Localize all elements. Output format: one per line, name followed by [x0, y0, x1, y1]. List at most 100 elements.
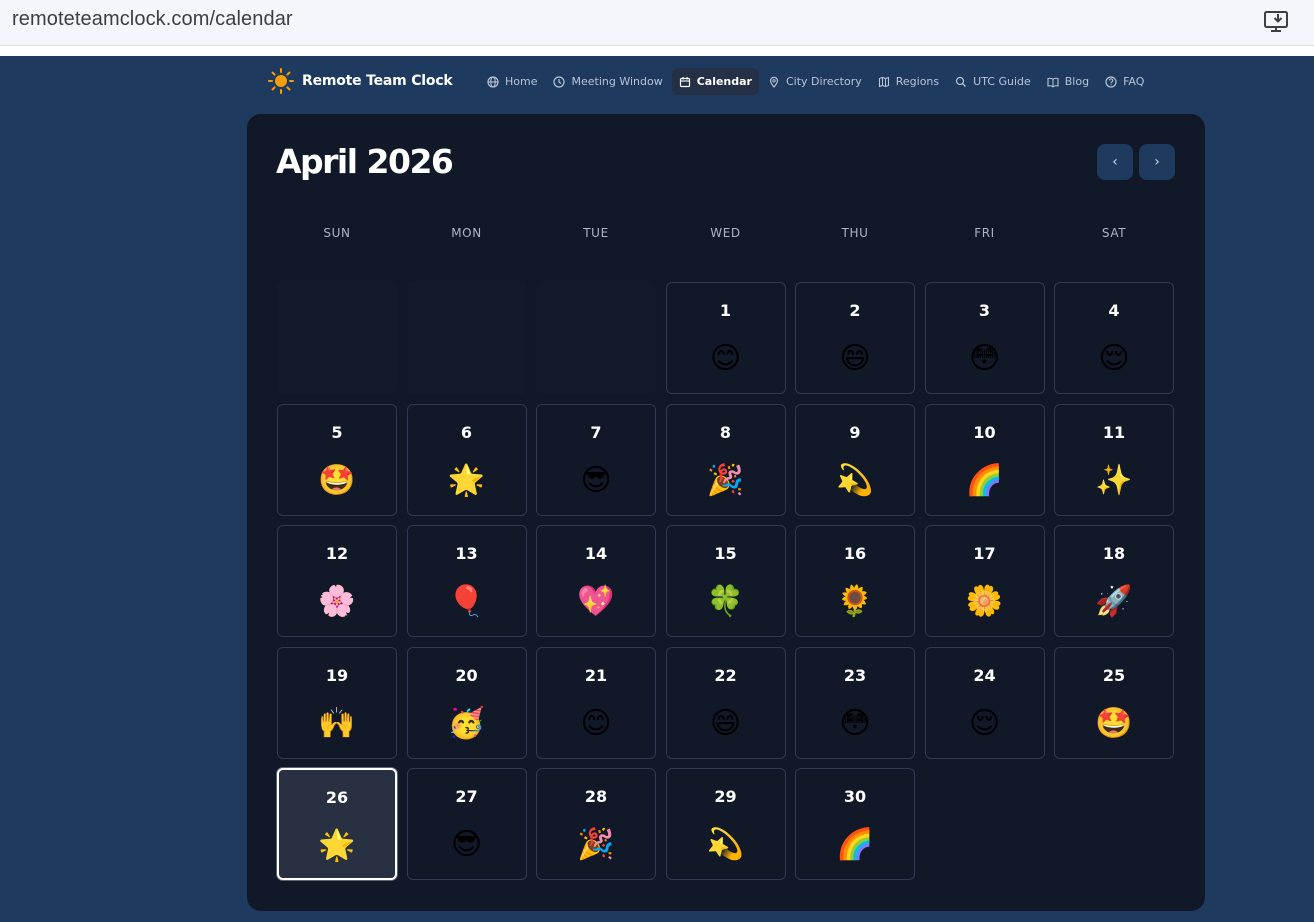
- day-cell[interactable]: 7 😎: [536, 403, 656, 516]
- help-circle-icon: [1105, 75, 1117, 88]
- day-emoji: 🌻: [836, 584, 874, 619]
- weekday-sat: SAT: [1101, 226, 1127, 240]
- day-emoji: 😌: [1098, 341, 1130, 376]
- nav-link-faq[interactable]: FAQ: [1098, 68, 1151, 95]
- prev-month-button[interactable]: ‹: [1097, 144, 1133, 180]
- day-number: 2: [849, 301, 861, 320]
- url-text[interactable]: remoteteamclock.com/calendar: [12, 8, 293, 31]
- empty-day-cell: [536, 282, 656, 394]
- day-cell[interactable]: 23 😳: [795, 646, 915, 759]
- nav-link-label: UTC Guide: [973, 75, 1031, 88]
- day-emoji: ✨: [1095, 462, 1133, 498]
- clock-icon: [553, 75, 566, 88]
- search-icon: [956, 76, 967, 87]
- site-nav: Remote Team Clock Home Meeting Window Ca…: [0, 56, 1314, 106]
- nav-link-city-directory[interactable]: City Directory: [761, 68, 869, 95]
- calendar-card: April 2026 ‹ › SUN MON TUE WED THU FRI S…: [247, 114, 1205, 911]
- day-cell[interactable]: 5 🤩: [277, 403, 397, 516]
- day-cell[interactable]: 3 😳: [924, 282, 1045, 394]
- calendar-icon: [679, 76, 690, 87]
- day-grid: 1 😊 2 😄 3 😳 4 😌 5 🤩 6 🌟 7 😎 8 🎉 9 💫 10 🌈 11 ✨ 12 🌸 13 🎈 14 💖 15 🍀 16 🌻 1…: [277, 282, 1174, 882]
- weekday-fri: FRI: [974, 226, 995, 240]
- chevron-right-icon: ›: [1154, 154, 1160, 170]
- day-emoji: 🍀: [706, 584, 745, 619]
- brand-name: Remote Team Clock: [302, 73, 453, 89]
- day-number: 8: [719, 422, 732, 442]
- nav-link-label: Home: [505, 75, 538, 88]
- nav-links: Home Meeting Window Calendar City Direct…: [480, 68, 1153, 95]
- globe-icon: [487, 75, 499, 88]
- day-number: 5: [331, 422, 343, 442]
- nav-link-calendar[interactable]: Calendar: [671, 68, 759, 95]
- day-cell[interactable]: 27 😎: [406, 768, 527, 880]
- day-cell[interactable]: 8 🎉: [665, 403, 786, 516]
- nav-link-label: FAQ: [1123, 75, 1145, 88]
- day-cell[interactable]: 6 🌟: [406, 403, 527, 516]
- day-number: 19: [325, 665, 349, 685]
- day-emoji: 😄: [839, 341, 871, 376]
- day-number: 11: [1102, 422, 1126, 442]
- day-emoji: 🥳: [447, 705, 486, 741]
- day-number: 26: [325, 788, 349, 807]
- day-cell[interactable]: 19 🙌: [277, 646, 397, 759]
- nav-link-blog[interactable]: Blog: [1040, 68, 1096, 95]
- day-emoji: 💫: [836, 462, 874, 498]
- nav-link-utc-guide[interactable]: UTC Guide: [948, 68, 1038, 95]
- day-cell[interactable]: 30 🌈: [795, 768, 915, 880]
- day-cell[interactable]: 9 💫: [795, 403, 915, 516]
- day-emoji: 😳: [968, 341, 1001, 376]
- day-emoji: 🌈: [836, 827, 874, 862]
- day-cell[interactable]: 4 😌: [1054, 282, 1174, 394]
- day-cell-today[interactable]: 26 🌟: [277, 768, 397, 880]
- install-app-icon[interactable]: [1263, 9, 1291, 35]
- day-cell[interactable]: 25 🤩: [1054, 646, 1174, 759]
- day-emoji: 😌: [968, 705, 1001, 741]
- day-number: 23: [843, 665, 867, 685]
- day-cell[interactable]: 12 🌸: [277, 525, 397, 637]
- day-emoji: 🎉: [577, 827, 615, 862]
- day-emoji: 💫: [706, 827, 745, 862]
- day-emoji: 🌼: [965, 584, 1004, 619]
- day-cell[interactable]: 1 😊: [665, 282, 786, 394]
- day-number: 13: [455, 544, 478, 563]
- day-number: 24: [973, 665, 996, 685]
- day-emoji: 🚀: [1095, 584, 1133, 619]
- day-number: 7: [590, 422, 602, 442]
- day-cell[interactable]: 14 💖: [536, 525, 656, 637]
- map-icon: [878, 76, 889, 87]
- day-emoji: 🤩: [1095, 705, 1133, 741]
- next-month-button[interactable]: ›: [1139, 144, 1175, 180]
- day-cell[interactable]: 29 💫: [665, 768, 786, 880]
- nav-link-label: Blog: [1064, 75, 1090, 88]
- day-cell[interactable]: 22 😄: [665, 646, 786, 759]
- nav-link-home[interactable]: Home: [480, 68, 544, 95]
- day-cell[interactable]: 2 😄: [795, 282, 915, 394]
- day-cell[interactable]: 17 🌼: [924, 525, 1045, 637]
- map-pin-icon: [769, 76, 779, 88]
- day-number: 9: [849, 422, 861, 442]
- day-number: 10: [973, 422, 996, 442]
- day-cell[interactable]: 18 🚀: [1054, 525, 1174, 637]
- day-cell[interactable]: 24 😌: [924, 646, 1045, 759]
- day-cell[interactable]: 28 🎉: [536, 768, 656, 880]
- day-cell[interactable]: 10 🌈: [924, 403, 1045, 516]
- day-cell[interactable]: 16 🌻: [795, 525, 915, 637]
- day-emoji: 😎: [580, 462, 612, 498]
- browser-address-bar[interactable]: remoteteamclock.com/calendar: [0, 0, 1314, 46]
- day-number: 30: [843, 787, 867, 806]
- day-emoji: 😊: [709, 341, 742, 376]
- day-cell[interactable]: 11 ✨: [1054, 403, 1174, 516]
- nav-link-label: Regions: [895, 75, 940, 88]
- day-cell[interactable]: 20 🥳: [406, 646, 527, 759]
- brand-logo[interactable]: Remote Team Clock: [268, 68, 453, 94]
- day-cell[interactable]: 21 😊: [536, 646, 656, 759]
- day-number: 27: [455, 787, 478, 806]
- day-emoji: 🌟: [318, 828, 356, 863]
- day-number: 25: [1102, 665, 1126, 685]
- day-cell[interactable]: 13 🎈: [406, 525, 527, 637]
- nav-link-meeting-window[interactable]: Meeting Window: [546, 68, 669, 95]
- nav-link-regions[interactable]: Regions: [871, 68, 946, 95]
- day-cell[interactable]: 15 🍀: [665, 525, 786, 637]
- nav-link-label: City Directory: [785, 75, 862, 88]
- day-number: 12: [325, 544, 349, 563]
